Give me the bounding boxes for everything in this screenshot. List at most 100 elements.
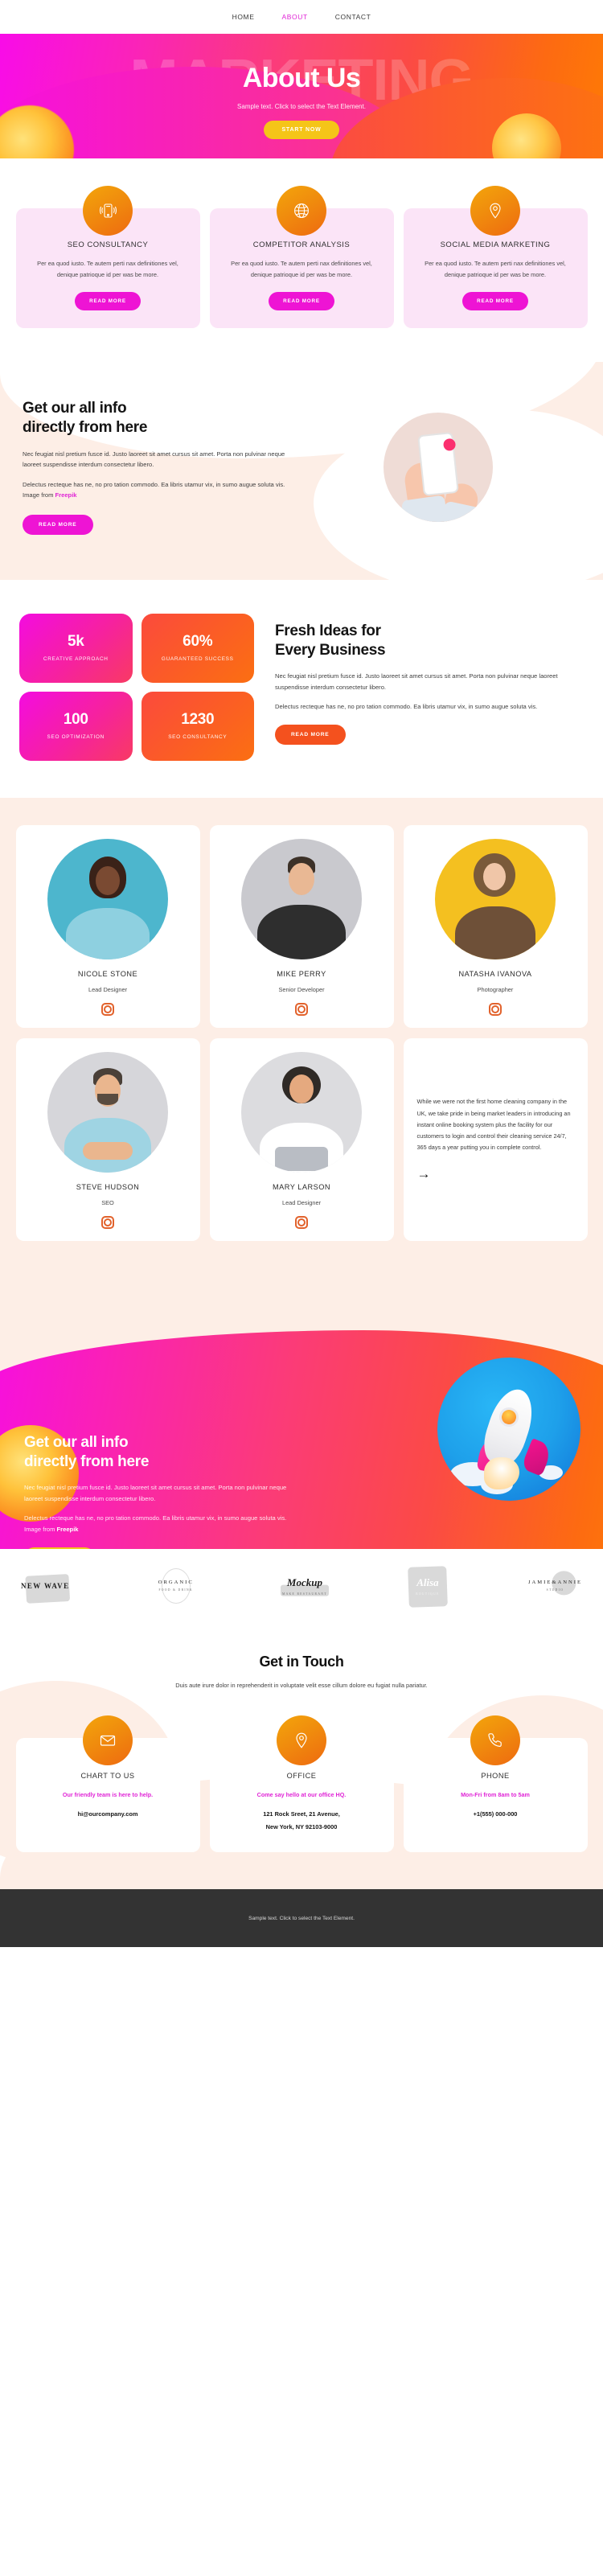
service-card-seo-consultancy: SEO CONSULTANCY Per ea quod iusto. Te au… [15, 186, 200, 329]
contact-card-value[interactable]: hi@ourcompany.com [27, 1808, 189, 1821]
brand-logo-alisa: Alisa BOUTIQUE [408, 1566, 448, 1608]
stat-box-seo-consultancy: 1230 SEO CONSULTANCY [141, 691, 254, 761]
start-now-button[interactable]: START NOW [264, 120, 339, 139]
contact-title: Get in Touch [259, 1653, 344, 1670]
team-member-name: MIKE PERRY [277, 969, 326, 978]
brand-ellipse-shape [161, 1567, 191, 1604]
brand-logos-section: NEW WAVE ORGANIC FOOD & DRINK Mockup MAK… [0, 1548, 603, 1625]
main-navigation: HOME ABOUT CONTACT [0, 0, 603, 34]
instagram-icon[interactable] [101, 1002, 114, 1016]
page-footer: Sample text. Click to select the Text El… [0, 1889, 603, 1948]
brand-name: Mockup [286, 1576, 322, 1588]
team-row-one: NICOLE STONE Lead Designer MIKE PERRY Se… [11, 824, 592, 1028]
mobile-phone-icon [83, 186, 133, 236]
contact-card-value[interactable]: +1(555) 000-000 [415, 1808, 576, 1821]
brand-subtitle: BOUTIQUE [416, 1592, 440, 1596]
contact-cards-row: CHART TO US Our friendly team is here to… [11, 1715, 592, 1853]
info-two-title-line1: Get our all info [24, 1433, 129, 1451]
instagram-icon[interactable] [101, 1215, 114, 1229]
info-two-read-more-button[interactable]: READ MORE [24, 1547, 95, 1549]
info-one-image-column [288, 399, 580, 535]
instagram-icon[interactable] [295, 1002, 308, 1016]
info-two-paragraph-1: Nec feugiat nisl pretium fusce id. Justo… [24, 1484, 287, 1502]
info-two-text-column: Get our all info directly from here Nec … [24, 1433, 289, 1549]
read-more-button[interactable]: READ MORE [269, 292, 334, 311]
contact-card-phone: PHONE Mon-Fri from 8am to 5am +1(555) 00… [403, 1715, 588, 1853]
hand-holding-phone-image [384, 412, 493, 522]
brand-name: Alisa [416, 1576, 439, 1588]
stats-title-line1: Fresh Ideas for [275, 622, 381, 639]
rocket-icon [437, 1357, 580, 1501]
stat-label: SEO OPTIMIZATION [47, 733, 105, 740]
services-section: SEO CONSULTANCY Per ea quod iusto. Te au… [0, 158, 603, 363]
notification-dot [442, 438, 457, 451]
stats-title-line2: Every Business [275, 641, 386, 659]
brand-logo-mockup: Mockup MAKE RESTAURANT [280, 1576, 329, 1596]
contact-card-note: Our friendly team is here to help. [62, 1791, 154, 1798]
freepik-link[interactable]: Freepik [57, 1526, 79, 1533]
brand-subtitle: MAKE RESTAURANT [281, 1592, 327, 1596]
team-member-role: Lead Designer [88, 985, 128, 993]
testimonial-text: While we were not the first home cleanin… [416, 1098, 571, 1152]
contact-card-title: OFFICE [286, 1772, 317, 1780]
info-one-read-more-button[interactable]: READ MORE [23, 514, 93, 535]
stat-number: 100 [63, 710, 88, 728]
stats-read-more-button[interactable]: READ MORE [275, 724, 346, 745]
avatar [435, 838, 556, 959]
team-section: NICOLE STONE Lead Designer MIKE PERRY Se… [0, 797, 603, 1284]
avatar [241, 838, 362, 959]
team-card-mary-larson: MARY LARSON Lead Designer [209, 1037, 394, 1241]
stat-label: CREATIVE APPROACH [43, 655, 109, 662]
phone-device-shape [417, 431, 459, 496]
contact-card-office: OFFICE Come say hello at our office HQ. … [209, 1715, 394, 1853]
team-member-name: NICOLE STONE [77, 969, 138, 978]
team-member-name: NATASHA IVANOVA [458, 969, 532, 978]
service-description: Per ea quod iusto. Te autem perti nax de… [37, 260, 178, 278]
team-member-role: Senior Developer [278, 985, 325, 993]
stat-number: 1230 [181, 710, 215, 728]
info-one-title: Get our all info directly from here [23, 399, 288, 438]
arrow-right-icon[interactable]: → [417, 1166, 574, 1182]
stat-box-seo-optimization: 100 SEO OPTIMIZATION [19, 691, 133, 761]
stat-box-guaranteed-success: 60% GUARANTEED SUCCESS [141, 613, 254, 683]
stats-paragraph-2: Delectus recteque has ne, no pro tation … [275, 703, 538, 711]
stat-label: GUARANTEED SUCCESS [161, 655, 234, 662]
info-two-title-line2: directly from here [24, 1452, 150, 1470]
phone-icon [470, 1715, 520, 1765]
read-more-button[interactable]: READ MORE [462, 292, 528, 311]
read-more-button[interactable]: READ MORE [75, 292, 141, 311]
nav-item-contact[interactable]: CONTACT [335, 13, 371, 21]
service-title: SOCIAL MEDIA MARKETING [440, 240, 551, 249]
contact-card-title: CHART TO US [80, 1772, 135, 1780]
brand-logo-new-wave: NEW WAVE [21, 1573, 71, 1604]
instagram-icon[interactable] [489, 1002, 502, 1016]
stats-paragraph-1: Nec feugiat nisl pretium fusce id. Justo… [275, 672, 558, 691]
brand-subtitle: STUDIO [546, 1588, 564, 1592]
brand-subtitle: FOOD & DRINK [158, 1588, 193, 1592]
info-two-title: Get our all info directly from here [24, 1433, 289, 1472]
globe-icon [277, 186, 326, 236]
team-card-natasha-ivanova: NATASHA IVANOVA Photographer [403, 824, 588, 1028]
about-us-page: HOME ABOUT CONTACT MARKETING About Us Sa… [0, 0, 603, 1948]
nav-item-about[interactable]: ABOUT [281, 13, 307, 21]
brand-logo-jamie-annie: JAMIE&ANNIE STUDIO [528, 1571, 582, 1596]
info-one-title-line1: Get our all info [23, 400, 127, 417]
stat-number: 5k [67, 632, 84, 650]
stats-text-column: Fresh Ideas for Every Business Nec feugi… [275, 614, 584, 761]
stat-box-creative-approach: 5k CREATIVE APPROACH [19, 613, 133, 683]
team-card-nicole-stone: NICOLE STONE Lead Designer [15, 824, 200, 1028]
contact-card-title: PHONE [481, 1772, 510, 1780]
avatar [47, 1051, 168, 1173]
freepik-link[interactable]: Freepik [55, 491, 77, 499]
info-one-paragraph-2: Delectus recteque has ne, no pro tation … [23, 479, 288, 501]
service-card-competitor-analysis: COMPETITOR ANALYSIS Per ea quod iusto. T… [209, 186, 394, 329]
contact-card-note: Come say hello at our office HQ. [256, 1791, 347, 1798]
instagram-icon[interactable] [295, 1215, 308, 1229]
info-section-one: Get our all info directly from here Nec … [0, 362, 603, 580]
nav-item-home[interactable]: HOME [232, 13, 255, 21]
stat-number: 60% [183, 632, 213, 650]
map-pin-icon [277, 1715, 326, 1765]
hero-section: MARKETING About Us Sample text. Click to… [0, 34, 603, 158]
stat-label: SEO CONSULTANCY [168, 733, 228, 740]
team-member-name: STEVE HUDSON [76, 1182, 140, 1191]
